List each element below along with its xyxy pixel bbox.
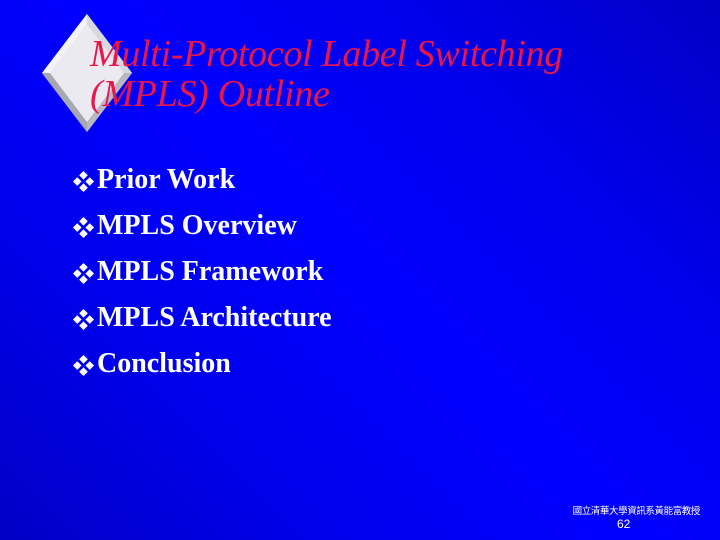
footer-organization: 國立清華大學資訊系黃能富教授	[572, 506, 701, 517]
outline-item-label: MPLS Framework	[97, 256, 324, 287]
outline-item-conclusion: Conclusion	[72, 341, 332, 387]
four-diamond-bullet-icon	[72, 216, 95, 238]
outline-item-label: Prior Work	[97, 164, 236, 195]
outline-item-label: MPLS Overview	[97, 210, 297, 241]
slide: Multi-Protocol Label Switching (MPLS) Ou…	[0, 0, 720, 540]
outline-item-mpls-architecture: MPLS Architecture	[72, 295, 332, 341]
outline-list: Prior Work MPLS Overview MPLS Framework	[72, 157, 332, 387]
outline-item-label: MPLS Architecture	[97, 302, 332, 333]
page-number: 62	[617, 517, 631, 531]
four-diamond-bullet-icon	[72, 262, 95, 284]
four-diamond-bullet-icon	[72, 308, 95, 330]
outline-item-mpls-overview: MPLS Overview	[72, 203, 332, 249]
outline-item-mpls-framework: MPLS Framework	[72, 249, 332, 295]
outline-item-prior-work: Prior Work	[72, 157, 332, 203]
slide-title: Multi-Protocol Label Switching (MPLS) Ou…	[90, 34, 563, 114]
slide-title-line-2: (MPLS) Outline	[90, 73, 330, 115]
outline-item-label: Conclusion	[97, 348, 231, 379]
four-diamond-bullet-icon	[72, 170, 95, 192]
four-diamond-bullet-icon	[72, 354, 95, 376]
slide-title-line-1: Multi-Protocol Label Switching	[90, 33, 563, 75]
